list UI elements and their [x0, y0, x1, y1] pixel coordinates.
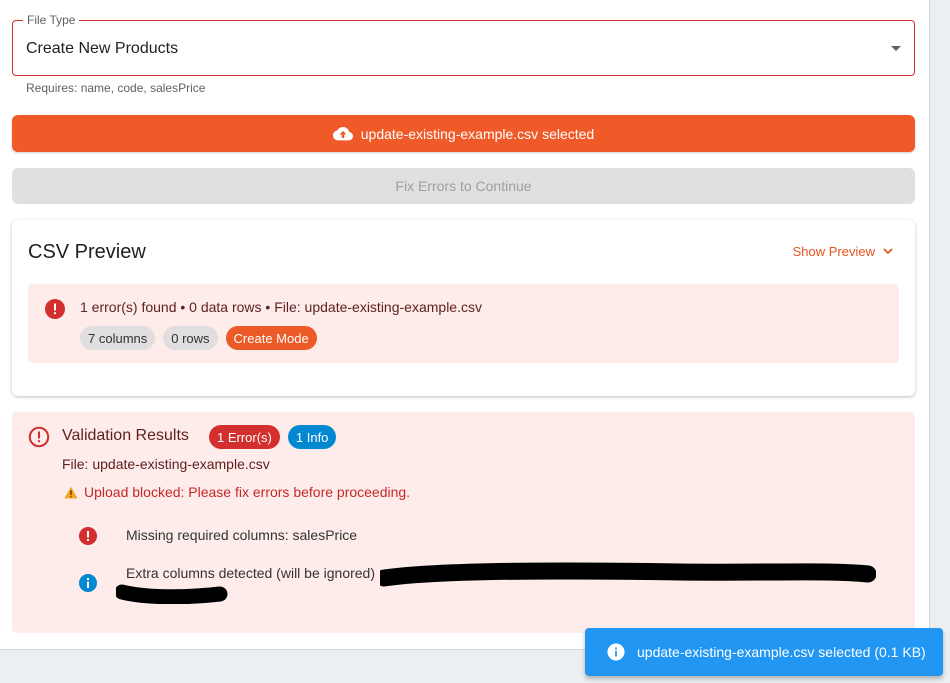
- cloud-upload-icon: [332, 126, 353, 140]
- file-type-select[interactable]: File Type Create New Products: [12, 13, 915, 76]
- validation-issue-error: Missing required columns: salesPrice: [78, 526, 357, 546]
- error-icon: [79, 527, 97, 545]
- error-icon: [45, 299, 65, 319]
- warning-icon: [64, 486, 78, 498]
- chevron-down-icon: [883, 248, 893, 255]
- validation-results: Validation Results 1 Error(s) 1 Info Fil…: [12, 412, 915, 633]
- csv-preview-card: CSV Preview Show Preview 1 error(s) foun…: [12, 220, 915, 396]
- preview-error-alert: 1 error(s) found • 0 data rows • File: u…: [28, 284, 899, 363]
- info-count-badge: 1 Info: [287, 425, 337, 449]
- file-selected-snackbar: update-existing-example.csv selected (0.…: [585, 628, 943, 676]
- redaction-mark: [116, 584, 228, 604]
- caret-down-icon[interactable]: [891, 46, 901, 51]
- validation-issue-info: Extra columns detected (will be ignored): [78, 565, 375, 593]
- info-icon: [79, 574, 97, 592]
- upload-file-label: update-existing-example.csv selected: [360, 125, 595, 142]
- issue-info-text: Extra columns detected (will be ignored): [126, 565, 376, 581]
- upload-file-button[interactable]: update-existing-example.csv selected: [12, 115, 915, 152]
- error-count-badge: 1 Error(s): [209, 425, 280, 449]
- error-outline-icon: [28, 426, 50, 448]
- snackbar-text: update-existing-example.csv selected (0.…: [637, 644, 926, 660]
- upload-blocked-text: Upload blocked: Please fix errors before…: [84, 484, 411, 500]
- preview-chips: 7 columns 0 rows Create Mode: [80, 326, 317, 350]
- upload-blocked-warning: Upload blocked: Please fix errors before…: [64, 484, 410, 500]
- continue-button[interactable]: Fix Errors to Continue: [12, 168, 915, 204]
- preview-summary: 1 error(s) found • 0 data rows • File: u…: [80, 299, 482, 315]
- validation-title: Validation Results: [62, 427, 189, 444]
- file-type-value: Create New Products: [26, 40, 179, 57]
- rows-chip: 0 rows: [163, 326, 218, 350]
- file-type-label: File Type: [23, 13, 80, 27]
- file-type-helper: Requires: name, code, salesPrice: [26, 81, 206, 95]
- columns-chip: 7 columns: [80, 326, 156, 350]
- show-preview-button[interactable]: Show Preview: [793, 244, 893, 259]
- validation-file: File: update-existing-example.csv: [62, 456, 270, 472]
- mode-chip: Create Mode: [225, 326, 317, 350]
- validation-badges: 1 Error(s) 1 Info: [209, 425, 337, 449]
- show-preview-label: Show Preview: [792, 244, 875, 259]
- info-icon: [607, 643, 625, 661]
- import-panel: File Type Create New Products Requires: …: [0, 0, 930, 650]
- csv-preview-title: CSV Preview: [28, 241, 146, 263]
- continue-label: Fix Errors to Continue: [395, 178, 532, 194]
- issue-error-text: Missing required columns: salesPrice: [126, 527, 358, 543]
- redaction-mark: [380, 562, 876, 587]
